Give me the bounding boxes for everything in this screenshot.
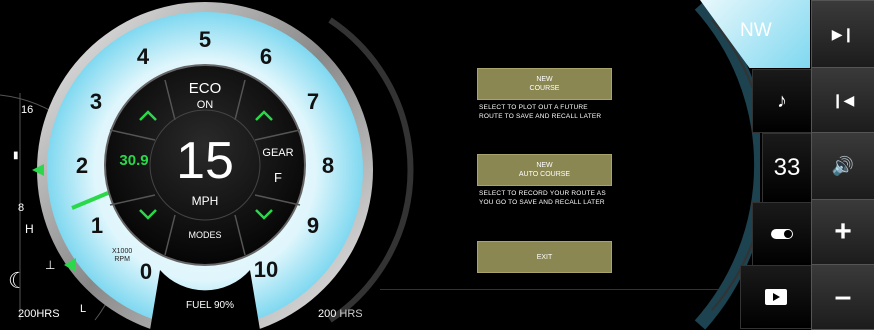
rpm-tick-3: 3 — [89, 89, 103, 114]
plus-icon: + — [834, 215, 852, 248]
speed-unit: MPH — [191, 194, 219, 208]
compass-heading: NW — [740, 20, 772, 41]
rpm-tick-10: 10 — [253, 257, 279, 282]
exit-button[interactable]: EXIT — [477, 241, 612, 273]
right-hours-value: 200 — [318, 308, 337, 320]
battery-low-label: 8 — [18, 202, 25, 214]
modes-button[interactable]: MODES — [180, 230, 230, 240]
right-hours-unit: HRS — [339, 308, 363, 320]
music-note-icon: ♪ — [777, 89, 787, 112]
rpm-tick-6: 6 — [259, 44, 273, 69]
left-hours: 200HRS — [18, 308, 60, 320]
minus-icon: – — [834, 280, 852, 313]
volume-button[interactable]: 🔊 — [811, 132, 874, 200]
new-course-description: SELECT TO PLOT OUT A FUTURE ROUTE TO SAV… — [479, 104, 602, 120]
gear-label: GEAR — [262, 147, 294, 159]
rpm-tick-8: 8 — [321, 153, 335, 178]
play-icon — [765, 289, 787, 305]
rpm-unit: X1000 RPM — [112, 248, 133, 263]
speaker-icon: 🔊 — [831, 155, 855, 176]
volume-display: 33 — [762, 133, 812, 203]
next-track-button[interactable]: ▶❙ — [811, 0, 874, 68]
rpm-tick-1: 1 — [90, 213, 104, 238]
toggle-icon — [771, 229, 793, 239]
right-hours: 200 HRS — [318, 308, 363, 320]
rpm-tick-7: 7 — [306, 89, 320, 114]
night-mode-icon[interactable]: ☾ — [8, 268, 28, 294]
eco-label[interactable]: ECO — [185, 80, 225, 97]
dashboard-screen: 0 1 2 3 4 5 6 7 8 9 10 X1000 RPM ECO ON … — [0, 0, 874, 330]
rpm-tick-4: 4 — [136, 44, 150, 69]
skip-back-icon: ❙◀ — [831, 91, 855, 108]
trim-value: 30.9 — [119, 152, 149, 169]
new-auto-course-button[interactable]: NEW AUTO COURSE — [477, 154, 612, 186]
fuel-level: FUEL 90% — [186, 300, 234, 311]
music-button[interactable]: ♪ — [752, 69, 812, 133]
temp-low-label: L — [80, 303, 87, 315]
volume-down-button[interactable]: – — [811, 264, 874, 330]
skip-forward-icon: ▶❙ — [831, 25, 855, 42]
battery-high-label: 16 — [21, 104, 34, 116]
toggle-button[interactable] — [752, 202, 812, 266]
eco-state: ON — [196, 99, 214, 111]
rpm-tick-9: 9 — [306, 213, 320, 238]
new-auto-course-description: SELECT TO RECORD YOUR ROUTE AS YOU GO TO… — [479, 190, 606, 206]
coolant-temp-icon: ⊥ — [45, 258, 56, 272]
rpm-tick-5: 5 — [198, 27, 212, 52]
gear-value: F — [274, 170, 282, 185]
volume-value: 33 — [773, 154, 801, 181]
video-button[interactable] — [740, 265, 812, 329]
previous-track-button[interactable]: ❙◀ — [811, 67, 874, 133]
rpm-tick-2: 2 — [75, 153, 89, 178]
battery-icon: ▮ — [13, 150, 19, 161]
volume-up-button[interactable]: + — [811, 199, 874, 265]
speed-value: 15 — [176, 132, 234, 190]
new-course-button[interactable]: NEW COURSE — [477, 68, 612, 100]
divider — [380, 289, 720, 290]
temp-high-label: H — [25, 222, 34, 236]
rpm-tick-0: 0 — [139, 259, 153, 284]
